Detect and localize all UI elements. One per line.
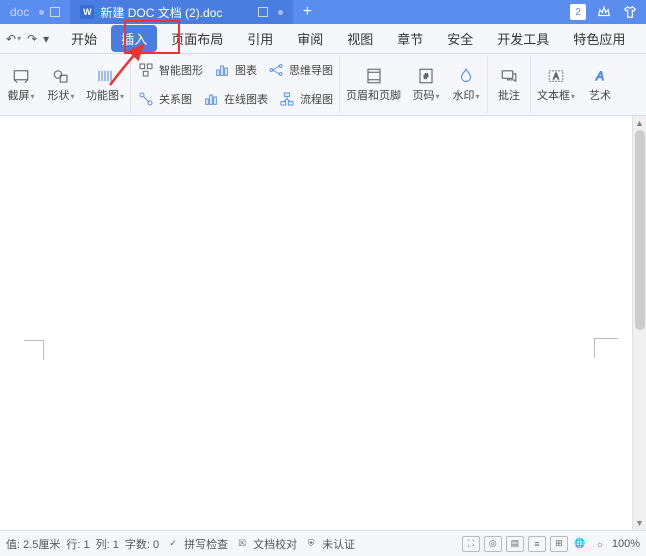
mindmap-button[interactable]: 思维导图 xyxy=(265,59,335,81)
shapes-icon xyxy=(52,67,70,85)
crown-icon[interactable] xyxy=(596,4,612,20)
tab-label: 新建 DOC 文档 (2).doc xyxy=(100,4,222,21)
smartart-icon xyxy=(137,61,155,79)
view-web-icon[interactable]: ⊞ xyxy=(550,536,568,552)
chart-icon xyxy=(213,61,231,79)
menu-insert[interactable]: 插入 xyxy=(111,25,157,52)
menu-review[interactable]: 审阅 xyxy=(287,25,333,52)
menu-developer[interactable]: 开发工具 xyxy=(487,25,559,52)
tab-modified-dot xyxy=(278,10,283,15)
globe-icon[interactable]: 🌐 xyxy=(572,536,588,552)
watermark-button[interactable]: 水印▾ xyxy=(449,66,483,104)
ribbon-group-charts: 智能图形 图表 思维导图 关系图 在线图表 流程图 xyxy=(131,56,340,113)
svg-text:A: A xyxy=(595,68,604,82)
mindmap-icon xyxy=(267,61,285,79)
more-qa-button[interactable]: ▾ xyxy=(43,32,49,46)
tab-doc-2-active[interactable]: W 新建 DOC 文档 (2).doc xyxy=(70,0,293,24)
menu-special[interactable]: 特色应用 xyxy=(563,25,635,52)
tab-window-icon[interactable] xyxy=(258,7,268,17)
focus-icon[interactable]: ◎ xyxy=(484,536,502,552)
svg-text:#: # xyxy=(424,71,429,80)
relation-chart-button[interactable]: 关系图 xyxy=(135,88,194,110)
scroll-thumb[interactable] xyxy=(635,130,645,330)
fullscreen-icon[interactable]: ⛶ xyxy=(462,536,480,552)
quick-access: ↶▾ ↷ ▾ xyxy=(6,32,49,46)
function-chart-button[interactable]: 功能图▾ xyxy=(84,66,126,104)
ribbon-group-screenshot: 截屏▾ 形状▾ 功能图▾ xyxy=(0,56,131,113)
status-word-count[interactable]: 字数: 0 xyxy=(125,536,159,552)
new-tab-button[interactable]: + xyxy=(293,3,321,21)
flowchart-button[interactable]: 流程图 xyxy=(276,88,335,110)
online-chart-icon xyxy=(202,90,220,108)
document-area[interactable]: ▲ ▼ xyxy=(0,116,646,530)
brightness-icon[interactable]: ☼ xyxy=(592,536,608,552)
view-outline-icon[interactable]: ≡ xyxy=(528,536,546,552)
watermark-icon xyxy=(457,67,475,85)
title-bar: doc W 新建 DOC 文档 (2).doc + 2 xyxy=(0,0,646,24)
menu-section[interactable]: 章节 xyxy=(387,25,433,52)
status-spellcheck[interactable]: ✓ 拼写检查 xyxy=(165,536,228,552)
page-number-icon: # xyxy=(417,67,435,85)
undo-button[interactable]: ↶▾ xyxy=(6,32,21,46)
tab-modified-dot xyxy=(39,10,44,15)
comment-icon xyxy=(500,67,518,85)
menu-bar: ↶▾ ↷ ▾ 开始 插入 页面布局 引用 审阅 视图 章节 安全 开发工具 特色… xyxy=(0,24,646,54)
tab-close-icon[interactable] xyxy=(50,7,60,17)
view-page-icon[interactable]: ▤ xyxy=(506,536,524,552)
ribbon-group-comment: 批注 xyxy=(488,56,531,113)
wordart-button[interactable]: A 艺术 xyxy=(583,66,617,104)
header-footer-icon xyxy=(365,67,383,85)
page-margin-marker-left xyxy=(24,340,44,360)
title-bar-right: 2 xyxy=(570,4,646,20)
menu-view[interactable]: 视图 xyxy=(337,25,383,52)
zoom-level[interactable]: 100% xyxy=(612,538,640,550)
page xyxy=(0,116,646,530)
ribbon-group-textbox: A 文本框▾ A 艺术 xyxy=(531,56,621,113)
notification-badge[interactable]: 2 xyxy=(570,4,586,20)
vertical-scrollbar[interactable]: ▲ ▼ xyxy=(632,116,646,530)
svg-text:A: A xyxy=(553,72,559,81)
ribbon: 截屏▾ 形状▾ 功能图▾ 智能图形 图表 思维导图 xyxy=(0,54,646,116)
online-chart-button[interactable]: 在线图表 xyxy=(200,88,270,110)
textbox-icon: A xyxy=(547,67,565,85)
status-proofing[interactable]: ☒ 文档校对 xyxy=(234,536,297,552)
menu-page-layout[interactable]: 页面布局 xyxy=(161,25,233,52)
status-right: ⛶ ◎ ▤ ≡ ⊞ 🌐 ☼ 100% xyxy=(462,536,640,552)
scissors-icon xyxy=(12,67,30,85)
smartart-button[interactable]: 智能图形 xyxy=(135,59,205,81)
status-bar: 值: 2.5厘米 行: 1 列: 1 字数: 0 ✓ 拼写检查 ☒ 文档校对 ⛨… xyxy=(0,530,646,556)
proofing-icon: ☒ xyxy=(234,536,250,552)
redo-button[interactable]: ↷ xyxy=(27,32,37,46)
page-number-button[interactable]: # 页码▾ xyxy=(409,66,443,104)
header-footer-button[interactable]: 页眉和页脚 xyxy=(344,66,403,104)
barcode-icon xyxy=(96,67,114,85)
relation-icon xyxy=(137,90,155,108)
flowchart-icon xyxy=(278,90,296,108)
ribbon-group-header-footer: 页眉和页脚 # 页码▾ 水印▾ xyxy=(340,56,488,113)
spellcheck-icon: ✓ xyxy=(165,536,181,552)
scroll-down-button[interactable]: ▼ xyxy=(633,516,646,530)
chart-button[interactable]: 图表 xyxy=(211,59,259,81)
menu-home[interactable]: 开始 xyxy=(61,25,107,52)
status-value[interactable]: 值: 2.5厘米 xyxy=(6,536,60,552)
screenshot-button[interactable]: 截屏▾ xyxy=(4,66,38,104)
doc-icon: W xyxy=(80,5,94,19)
shapes-button[interactable]: 形状▾ xyxy=(44,66,78,104)
menu-references[interactable]: 引用 xyxy=(237,25,283,52)
comment-button[interactable]: 批注 xyxy=(492,66,526,104)
status-row[interactable]: 行: 1 xyxy=(66,536,89,552)
status-col[interactable]: 列: 1 xyxy=(96,536,119,552)
tab-doc-1[interactable]: doc xyxy=(0,0,70,24)
tab-label: doc xyxy=(10,5,29,19)
page-margin-marker-right xyxy=(594,338,618,358)
shirt-icon[interactable] xyxy=(622,4,638,20)
shield-icon: ⛨ xyxy=(303,536,319,552)
scroll-up-button[interactable]: ▲ xyxy=(633,116,646,130)
menu-security[interactable]: 安全 xyxy=(437,25,483,52)
wordart-icon: A xyxy=(591,67,609,85)
status-certification[interactable]: ⛨ 未认证 xyxy=(303,536,355,552)
textbox-button[interactable]: A 文本框▾ xyxy=(535,66,577,104)
